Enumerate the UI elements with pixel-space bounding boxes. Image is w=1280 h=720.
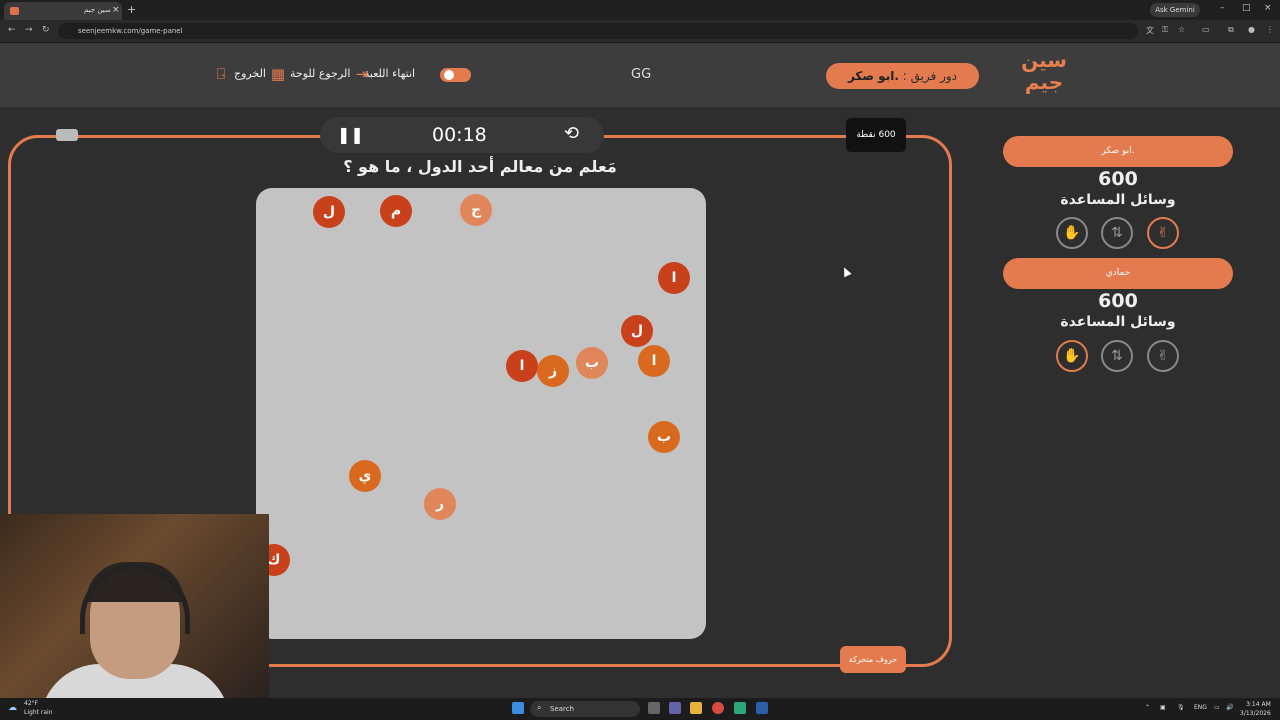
game-header: سين جيم دور فريق : .ابو صكر GG انتهاء ال… [0, 43, 1280, 107]
browser-tab[interactable]: سين جيم × [4, 2, 122, 20]
task-view-icon[interactable] [648, 702, 660, 714]
reset-timer-icon[interactable]: ⟲ [564, 123, 579, 144]
close-tab-icon[interactable]: × [112, 5, 120, 15]
team-2-aids-label: وسائل المساعدة [1060, 314, 1176, 330]
maximize-icon[interactable]: □ [1242, 3, 1251, 13]
moving-letters-button[interactable]: حروف متحركة [840, 646, 906, 673]
back-to-board-label[interactable]: الرجوع للوحة [290, 67, 350, 80]
peace-hand-icon[interactable]: ✌ [1147, 340, 1179, 372]
profile-avatar[interactable]: ● [1248, 25, 1255, 34]
timer-display: 00:18 [432, 124, 487, 146]
letter-ball[interactable]: ا [658, 262, 690, 294]
logo[interactable]: سين جيم [1018, 49, 1070, 101]
board-grid-icon[interactable]: ▦ [269, 66, 287, 83]
system-clock[interactable]: 3:14 AM 3/13/2026 [1240, 700, 1271, 718]
forward-icon[interactable]: → [25, 25, 33, 35]
turn-team-name: .ابو صكر [847, 69, 899, 83]
letter-ball[interactable]: ا [638, 345, 670, 377]
clock-date: 3/13/2026 [1240, 710, 1271, 717]
bookmark-star-icon[interactable]: ☆ [1178, 25, 1185, 34]
steam-app-icon[interactable] [756, 702, 768, 714]
microphone-icon[interactable]: 🎙 [1177, 704, 1185, 711]
clock-time: 3:14 AM [1246, 701, 1271, 708]
address-bar-row: ← → ↻ seenjeemkw.com/game-panel 文 ⚿ ☆ ▭ … [0, 20, 1280, 43]
end-game-toggle[interactable] [440, 68, 471, 82]
timer-bar: ❚❚ 00:18 ⟲ [320, 117, 604, 153]
question-points-badge: 600 نقطة [846, 118, 906, 152]
logo-line1: سين [1021, 48, 1067, 72]
tray-app-icon[interactable]: ▣ [1160, 704, 1166, 711]
game-name: GG [631, 67, 652, 82]
team-1-name: .ابو صكر [1003, 136, 1233, 167]
letter-ball[interactable]: ز [537, 355, 569, 387]
team-2-score: 600 [1098, 290, 1138, 312]
sidepanel-icon[interactable]: ▭ [1202, 25, 1210, 34]
language-indicator[interactable]: ENG [1194, 704, 1207, 711]
team-1-score: 600 [1098, 168, 1138, 190]
letter-ball[interactable]: ل [621, 315, 653, 347]
weather-icon[interactable]: ☁ [8, 703, 17, 713]
network-icon[interactable]: ▭ [1214, 704, 1220, 711]
url-field[interactable]: seenjeemkw.com/game-panel [58, 23, 1138, 39]
double-points-icon[interactable]: ⇅ [1101, 217, 1133, 249]
team-1-aids-label: وسائل المساعدة [1060, 192, 1176, 208]
reload-icon[interactable]: ↻ [42, 25, 50, 35]
teams-app-icon[interactable] [669, 702, 681, 714]
search-icon: ⌕ [537, 703, 542, 712]
letter-ball[interactable]: ب [576, 347, 608, 379]
volume-icon[interactable]: 🔊 [1226, 704, 1233, 711]
new-tab-icon[interactable]: + [127, 3, 136, 16]
end-game-label[interactable]: انتهاء اللعبة [364, 67, 415, 80]
letter-ball[interactable]: ج [460, 194, 492, 226]
letter-ball[interactable]: ل [313, 196, 345, 228]
current-turn-badge: دور فريق : .ابو صكر [826, 63, 979, 89]
team-2-name: حمادي [1003, 258, 1233, 289]
double-points-icon[interactable]: ⇅ [1101, 340, 1133, 372]
file-explorer-icon[interactable] [690, 702, 702, 714]
weather-widget[interactable]: 42°F Light rain [24, 699, 53, 717]
browser-tab-bar: سين جيم × + Ask Gemini – □ × [0, 0, 1280, 20]
letters-board[interactable]: ل م ج ا ل ا ز ب ا ب ي ر ك [256, 188, 706, 639]
end-game-arrow-icon[interactable]: ⇥ [353, 66, 371, 83]
letter-ball[interactable]: ا [506, 350, 538, 382]
stop-hand-icon[interactable]: ✋ [1056, 217, 1088, 249]
pause-icon[interactable]: ❚❚ [337, 125, 364, 144]
menu-icon[interactable]: ⋮ [1266, 25, 1274, 34]
translate-icon[interactable]: 文 [1146, 25, 1154, 36]
windows-start-icon[interactable] [512, 702, 524, 714]
xbox-app-icon[interactable] [734, 702, 746, 714]
ask-gemini-button[interactable]: Ask Gemini [1150, 3, 1200, 17]
letter-ball[interactable]: ي [349, 460, 381, 492]
taskbar-search[interactable]: Search [530, 701, 640, 717]
peace-hand-icon[interactable]: ✌ [1147, 217, 1179, 249]
turn-prefix: دور فريق : [902, 69, 958, 83]
tray-chevron-icon[interactable]: ⌃ [1145, 704, 1150, 711]
close-window-icon[interactable]: × [1264, 3, 1272, 13]
site-favicon-icon [10, 7, 19, 15]
letter-ball[interactable]: م [380, 195, 412, 227]
small-label-chip [56, 129, 78, 141]
chrome-app-icon[interactable] [712, 702, 724, 714]
tab-title: سين جيم [84, 6, 111, 14]
stop-hand-icon[interactable]: ✋ [1056, 340, 1088, 372]
webcam-overlay [0, 514, 269, 698]
password-icon[interactable]: ⚿ [1162, 25, 1168, 35]
exit-door-icon[interactable]: ⍈ [212, 66, 230, 83]
letter-ball[interactable]: ر [424, 488, 456, 520]
weather-temp: 42°F [24, 700, 39, 707]
letter-ball[interactable]: ب [648, 421, 680, 453]
windows-taskbar: ☁ 42°F Light rain Search ⌕ ⌃ ▣ 🎙 ENG ▭ 🔊… [0, 698, 1280, 720]
back-icon[interactable]: ← [8, 25, 16, 35]
logo-line2: جيم [1024, 70, 1064, 94]
weather-desc: Light rain [24, 709, 53, 716]
exit-label[interactable]: الخروج [234, 67, 266, 80]
question-text: مَعلم من معالم أحد الدول ، ما هو ؟ [343, 157, 617, 176]
minimize-icon[interactable]: – [1220, 3, 1225, 13]
extensions-icon[interactable]: ⧉ [1228, 25, 1234, 35]
